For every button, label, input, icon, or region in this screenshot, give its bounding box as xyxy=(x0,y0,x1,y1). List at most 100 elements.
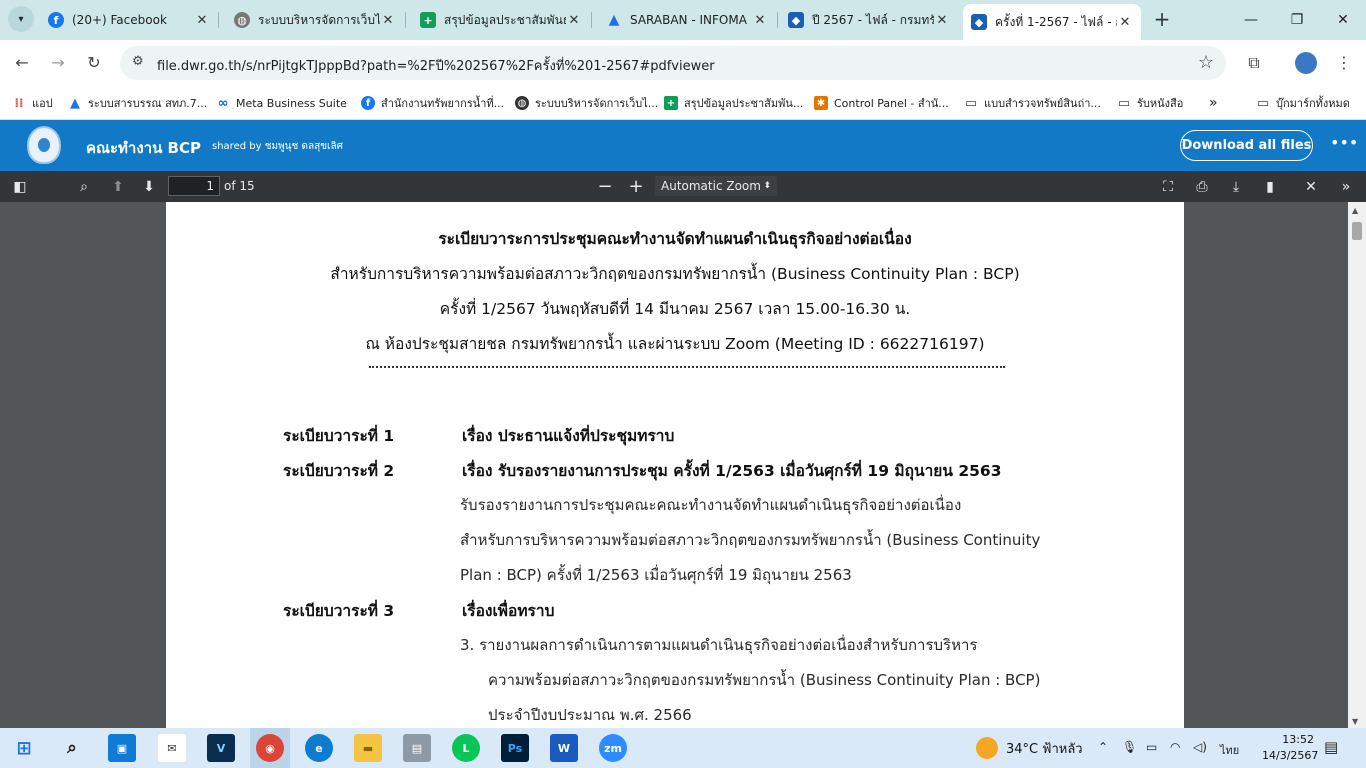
bookmarks-bar: ⁞⁞ แอป ▲ ระบบสารบรรณ สทภ.7... ∞ Meta Bus… xyxy=(0,86,1366,120)
close-icon[interactable]: ✕ xyxy=(752,13,768,28)
bookmark-all-bookmarks[interactable]: ▭ บุ๊กมาร์กทั้งหมด xyxy=(1256,93,1350,113)
photoshop-icon[interactable]: Ps xyxy=(501,734,529,762)
close-icon[interactable]: ✕ xyxy=(194,13,210,28)
scroll-down-icon[interactable]: ▼ xyxy=(1352,717,1358,726)
scrollbar-thumb[interactable] xyxy=(1352,222,1362,240)
zoom-out-icon[interactable]: − xyxy=(595,177,615,197)
bookmark-star-icon[interactable]: ☆ xyxy=(1198,52,1214,73)
menu-kebab-icon[interactable]: ⋮ xyxy=(1332,51,1356,75)
close-viewer-icon[interactable]: ✕ xyxy=(1301,177,1321,197)
bookmark-meta-business[interactable]: ∞ Meta Business Suite xyxy=(216,93,347,113)
weather-sun-icon xyxy=(976,737,998,759)
agenda-2-body-line-3: Plan : BCP) ครั้งที่ 1/2563 เมื่อวันศุกร… xyxy=(460,566,852,584)
url-text[interactable]: file.dwr.go.th/s/nrPijtgkTJpppBd?path=%2… xyxy=(157,55,715,76)
folder-icon: ▭ xyxy=(1117,95,1131,111)
edge-icon[interactable]: e xyxy=(305,734,333,762)
minimize-button[interactable]: — xyxy=(1236,8,1266,32)
windows-start-icon[interactable]: ⊞ xyxy=(10,734,38,762)
tab-pr-summary[interactable]: + สรุปข้อมูลประชาสัมพันธ์ ✕ xyxy=(412,4,590,36)
microphone-icon[interactable]: 🎙 xyxy=(1122,740,1137,754)
new-tab-button[interactable]: + xyxy=(1150,8,1174,32)
bookmark-water-office[interactable]: f สำนักงานทรัพยากรน้ำที่... xyxy=(361,93,504,113)
zoom-in-icon[interactable]: + xyxy=(626,177,646,197)
scroll-up-icon[interactable]: ▲ xyxy=(1352,206,1358,215)
agenda-1-label: ระเบียบวาระที่ 1 xyxy=(283,427,395,445)
more-options-icon[interactable]: ••• xyxy=(1330,133,1358,152)
tab-meeting-1-2567[interactable]: ◆ ครั้งที่ 1-2567 - ไฟล์ - กรม ✕ xyxy=(963,4,1141,40)
zoom-select[interactable]: Automatic Zoom ⬍ xyxy=(655,176,777,196)
notifications-icon[interactable]: ▤ xyxy=(1324,738,1338,756)
chrome-icon[interactable]: ◉ xyxy=(256,734,284,762)
agenda-3-title: เรื่องเพื่อทราบ xyxy=(462,602,555,620)
tab-website-admin[interactable]: ◍ ระบบบริหารจัดการเว็บไซต์ ✕ xyxy=(226,4,404,36)
next-page-icon[interactable]: ⬇ xyxy=(139,177,159,197)
bookmark-website-admin[interactable]: ◍ ระบบบริหารจัดการเว็บไ... xyxy=(515,93,658,113)
vertical-scrollbar[interactable]: ▲ ▼ xyxy=(1348,202,1366,728)
video-editor-icon[interactable]: V xyxy=(207,734,235,762)
dropbox-icon: ◆ xyxy=(971,14,987,30)
weather-text[interactable]: 34°C ฟ้าหลัว xyxy=(1006,738,1083,759)
agenda-2-body-line-1: รับรองรายงานการประชุมคณะคณะทำงานจัดทำแผน… xyxy=(460,496,962,514)
agenda-1-title: เรื่อง ประธานแจ้งที่ประชุมทราบ xyxy=(462,427,675,445)
volume-icon[interactable]: ◁) xyxy=(1193,740,1207,754)
tab-separator xyxy=(218,12,219,28)
page-number-input[interactable]: 1 xyxy=(168,176,220,196)
doc-heading-line-3: ครั้งที่ 1/2567 วันพฤหัสบดีที่ 14 มีนาคม… xyxy=(439,300,911,318)
forward-arrow-icon[interactable]: → xyxy=(46,51,70,75)
tools-expand-icon[interactable]: » xyxy=(1336,177,1356,197)
tab-facebook[interactable]: f (20+) Facebook ✕ xyxy=(40,4,218,36)
bookmark-saraban[interactable]: ▲ ระบบสารบรรณ สทภ.7... xyxy=(68,93,207,113)
extensions-icon[interactable]: ⧉ xyxy=(1242,51,1266,75)
download-icon[interactable]: ⤓ xyxy=(1226,177,1246,197)
pdf-page: ระเบียบวาระการประชุมคณะทำงานจัดทำแผนดำเน… xyxy=(166,202,1184,728)
tab-year-2567-files[interactable]: ◆ ปี 2567 - ไฟล์ - กรมทรัพย ✕ xyxy=(780,4,958,36)
bookmark-apps[interactable]: ⁞⁞ แอป xyxy=(12,93,52,113)
search-icon[interactable]: ⌕ xyxy=(74,177,94,197)
word-icon[interactable]: W xyxy=(550,734,578,762)
input-language[interactable]: ไทย xyxy=(1220,741,1239,759)
sidebar-toggle-icon[interactable]: ◧ xyxy=(10,177,30,197)
back-arrow-icon[interactable]: ← xyxy=(10,51,34,75)
bookmark-receive-letters[interactable]: ▭ รับหนังสือ xyxy=(1117,93,1184,113)
pdf-viewer[interactable]: ระเบียบวาระการประชุมคณะทำงานจัดทำแผนดำเน… xyxy=(0,202,1366,728)
wifi-icon[interactable]: ◠ xyxy=(1170,740,1180,754)
bookmark-asset-survey[interactable]: ▭ แบบสำรวจทรัพย์สินถ่า... xyxy=(964,93,1101,113)
mail-icon[interactable]: ✉ xyxy=(158,734,186,762)
saraban-icon: ▲ xyxy=(608,12,620,28)
tab-title: (20+) Facebook xyxy=(72,13,167,27)
print-icon[interactable]: ⎙ xyxy=(1192,177,1212,197)
window-close-button[interactable]: ✕ xyxy=(1328,8,1358,32)
close-icon[interactable]: ✕ xyxy=(380,13,396,28)
bookmark-icon[interactable]: ▮ xyxy=(1260,177,1280,197)
close-icon[interactable]: ✕ xyxy=(934,13,950,28)
fullscreen-icon[interactable]: ⛶ xyxy=(1158,177,1178,197)
search-icon[interactable]: ⌕ xyxy=(58,734,86,762)
dropbox-icon: ◆ xyxy=(788,12,804,28)
site-info-icon[interactable]: ⚙ xyxy=(132,54,144,69)
download-all-files-button[interactable]: Download all files xyxy=(1180,130,1313,161)
agenda-2-title: เรื่อง รับรองรายงานการประชุม ครั้งที่ 1/… xyxy=(462,462,1002,480)
reload-icon[interactable]: ↻ xyxy=(82,51,106,75)
facebook-icon: f xyxy=(48,12,64,28)
bookmark-label: ระบบสารบรรณ สทภ.7... xyxy=(88,97,208,110)
bookmarks-overflow-icon[interactable]: » xyxy=(1209,93,1218,113)
restore-button[interactable]: ❐ xyxy=(1282,8,1312,32)
close-icon[interactable]: ✕ xyxy=(566,13,582,28)
battery-icon[interactable]: ▭ xyxy=(1146,740,1157,754)
file-explorer-icon[interactable]: ▬ xyxy=(354,734,382,762)
profile-avatar-icon[interactable] xyxy=(1294,51,1318,75)
address-bar[interactable]: ⚙ file.dwr.go.th/s/nrPijtgkTJpppBd?path=… xyxy=(120,46,1226,80)
store-icon[interactable]: ▣ xyxy=(108,734,136,762)
tab-search-button[interactable]: ▾ xyxy=(8,6,34,32)
close-icon[interactable]: ✕ xyxy=(1117,15,1133,30)
bookmark-label: สรุปข้อมูลประชาสัมพัน... xyxy=(684,97,804,110)
tab-saraban[interactable]: ▲ SARABAN - INFOMA ✕ xyxy=(598,4,776,36)
system-clock[interactable]: 13:52 14/3/2567 xyxy=(1262,732,1318,764)
line-icon[interactable]: L xyxy=(452,734,480,762)
chevron-up-icon[interactable]: ⌃ xyxy=(1098,740,1108,754)
zoom-icon[interactable]: zm xyxy=(599,734,627,762)
previous-page-icon[interactable]: ⬆ xyxy=(108,177,128,197)
bookmark-pr-summary[interactable]: + สรุปข้อมูลประชาสัมพัน... xyxy=(664,93,803,113)
photos-icon[interactable]: ▤ xyxy=(403,734,431,762)
bookmark-control-panel[interactable]: ✱ Control Panel - สำนั... xyxy=(814,93,949,113)
